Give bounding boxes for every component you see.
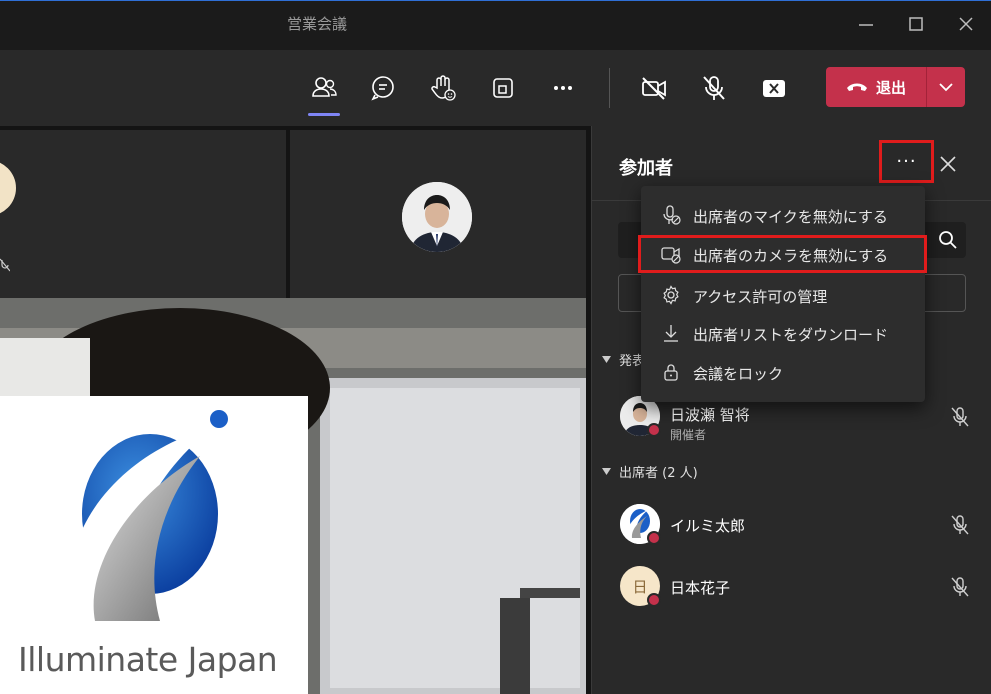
presence-badge xyxy=(647,423,661,437)
window-title: 営業会議 xyxy=(287,15,348,33)
participant-tile-left[interactable] xyxy=(0,130,286,298)
company-logo-card: Illuminate Japan xyxy=(0,396,308,694)
menu-item-lock-meeting[interactable]: 会議をロック xyxy=(641,353,925,391)
menu-item-label: アクセス許可の管理 xyxy=(693,288,828,306)
people-icon[interactable] xyxy=(306,70,342,116)
leave-button-group: 退出 xyxy=(826,67,965,107)
view-icon[interactable] xyxy=(485,70,521,106)
meeting-toolbar: 退出 xyxy=(0,50,991,126)
more-options-icon[interactable] xyxy=(545,70,581,106)
camera-block-icon xyxy=(661,244,681,264)
mic-off-icon[interactable] xyxy=(696,70,732,106)
mic-muted-icon xyxy=(0,258,10,272)
menu-item-label: 出席者のマイクを無効にする xyxy=(693,208,888,226)
more-actions-button[interactable]: ··· xyxy=(879,140,934,183)
title-bar-accent-line xyxy=(0,0,991,1)
participant-tile-right[interactable] xyxy=(290,130,586,298)
caret-down-icon xyxy=(602,468,611,475)
participant-name: 日波瀬 智将 xyxy=(670,406,750,424)
hang-up-icon xyxy=(846,83,867,91)
stop-share-icon[interactable] xyxy=(756,70,792,106)
gear-icon xyxy=(661,285,681,305)
chat-icon[interactable] xyxy=(365,70,401,106)
mic-muted-icon xyxy=(950,406,970,432)
menu-item-download-attendee-list[interactable]: 出席者リストをダウンロード xyxy=(641,314,925,352)
chevron-down-icon xyxy=(939,83,953,92)
mic-muted-icon xyxy=(950,576,970,602)
close-window-icon[interactable] xyxy=(956,14,976,34)
leave-label: 退出 xyxy=(875,78,906,97)
download-icon xyxy=(661,323,681,343)
leave-dropdown-button[interactable] xyxy=(927,67,965,107)
menu-item-label: 出席者リストをダウンロード xyxy=(693,326,889,344)
presence-badge xyxy=(647,531,661,545)
search-icon[interactable] xyxy=(938,230,958,254)
participant-name: 日本花子 xyxy=(670,579,731,597)
title-bar: 営業会議 xyxy=(0,0,991,50)
participant-name: イルミ太郎 xyxy=(670,517,746,535)
logo-text: Illuminate Japan xyxy=(18,640,278,679)
menu-item-disable-attendee-camera[interactable]: 出席者のカメラを無効にする xyxy=(638,235,927,273)
attendees-section-header[interactable]: 出席者 (2 人) xyxy=(602,462,698,481)
panel-title: 参加者 xyxy=(619,158,673,179)
mic-block-icon xyxy=(661,205,681,225)
illuminate-logo-icon xyxy=(68,410,228,621)
attendees-section-label: 出席者 (2 人) xyxy=(619,466,698,481)
participant-photo xyxy=(402,182,472,252)
participant-actions-menu: 出席者のマイクを無効にする 出席者のカメラを無効にする アクセス許可の管理 出席… xyxy=(638,186,927,402)
participant-row[interactable]: イルミ太郎 xyxy=(620,504,970,552)
presence-badge xyxy=(647,593,661,607)
participant-role: 開催者 xyxy=(670,428,707,442)
raise-hand-icon[interactable] xyxy=(425,70,461,106)
shared-video-feed: Illuminate Japan xyxy=(0,298,586,694)
close-panel-icon[interactable] xyxy=(936,152,960,176)
maximize-icon[interactable] xyxy=(906,14,926,34)
menu-item-label: 出席者のカメラを無効にする xyxy=(693,247,889,265)
participant-row[interactable]: 日波瀬 智将 開催者 xyxy=(620,396,970,444)
leave-button[interactable]: 退出 xyxy=(826,67,926,107)
menu-item-label: 会議をロック xyxy=(693,365,784,383)
minimize-icon[interactable] xyxy=(856,14,876,34)
lock-icon xyxy=(661,362,681,382)
participant-avatar xyxy=(0,160,16,216)
menu-item-disable-attendee-mic[interactable]: 出席者のマイクを無効にする xyxy=(641,196,925,234)
mic-muted-icon xyxy=(950,514,970,540)
meeting-stage: Illuminate Japan xyxy=(0,126,591,694)
menu-item-manage-permissions[interactable]: アクセス許可の管理 xyxy=(641,276,925,314)
caret-down-icon xyxy=(602,356,611,363)
participant-row[interactable]: 日 日本花子 xyxy=(620,566,970,614)
toolbar-divider xyxy=(609,68,610,108)
camera-off-icon[interactable] xyxy=(636,70,672,106)
